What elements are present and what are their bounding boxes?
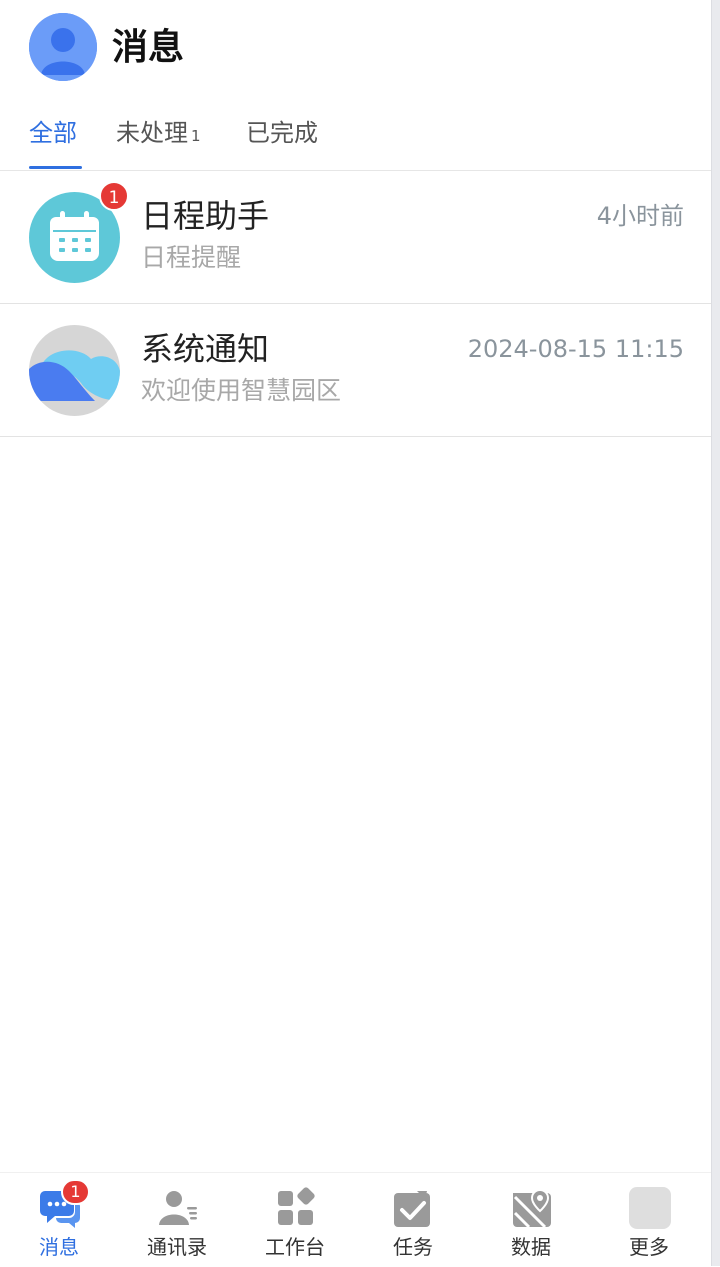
task-check-icon [394, 1191, 430, 1227]
bottom-nav: 1 消息 通讯录 工作台 任务 数据 更多 [0, 1172, 712, 1267]
message-item-system[interactable]: 系统通知 欢迎使用智慧园区 2024-08-15 11:15 [0, 304, 712, 437]
tab-completed[interactable]: 已完成 [246, 116, 318, 150]
message-preview: 欢迎使用智慧园区 [141, 376, 342, 405]
messages-page: 消息 全部 未处理 1 已完成 1 日程助手 日程提醒 4小时前 系统通知 欢迎… [0, 0, 712, 1267]
page-title: 消息 [112, 27, 185, 68]
message-title: 日程助手 [141, 197, 270, 235]
nav-label: 数据 [511, 1235, 551, 1259]
map-pin-icon [513, 1188, 551, 1229]
user-avatar-icon [29, 13, 97, 81]
nav-label: 通讯录 [147, 1235, 207, 1259]
message-preview: 日程提醒 [141, 243, 242, 272]
user-avatar[interactable] [29, 13, 97, 81]
tab-completed-label: 已完成 [246, 119, 318, 147]
unread-badge: 1 [99, 181, 129, 211]
nav-label: 工作台 [265, 1235, 325, 1259]
active-tab-indicator [29, 166, 82, 169]
nav-more[interactable]: 更多 [590, 1173, 708, 1267]
tab-all[interactable]: 全部 [29, 116, 77, 150]
scrollbar[interactable] [711, 0, 720, 1266]
nav-label: 任务 [393, 1235, 433, 1259]
tab-all-label: 全部 [29, 119, 77, 147]
nav-data[interactable]: 数据 [472, 1173, 590, 1267]
contacts-icon [159, 1191, 197, 1225]
nav-tasks[interactable]: 任务 [354, 1173, 472, 1267]
nav-workbench[interactable]: 工作台 [236, 1173, 354, 1267]
nav-contacts[interactable]: 通讯录 [118, 1173, 236, 1267]
message-time: 2024-08-15 11:15 [467, 335, 684, 363]
workbench-icon [278, 1187, 315, 1225]
nav-label: 消息 [39, 1235, 79, 1259]
nav-unread-badge: 1 [61, 1179, 90, 1205]
nav-label: 更多 [629, 1235, 669, 1259]
tab-bar: 全部 未处理 1 已完成 [0, 110, 712, 171]
more-icon [629, 1187, 671, 1229]
tab-pending-count: 1 [191, 127, 201, 145]
message-item-schedule[interactable]: 1 日程助手 日程提醒 4小时前 [0, 171, 712, 304]
message-time: 4小时前 [596, 202, 684, 230]
system-cloud-icon [29, 325, 120, 416]
message-title: 系统通知 [141, 330, 270, 368]
nav-messages[interactable]: 1 消息 [0, 1173, 118, 1267]
tab-pending-label: 未处理 [116, 119, 188, 147]
tab-pending[interactable]: 未处理 1 [116, 116, 201, 153]
